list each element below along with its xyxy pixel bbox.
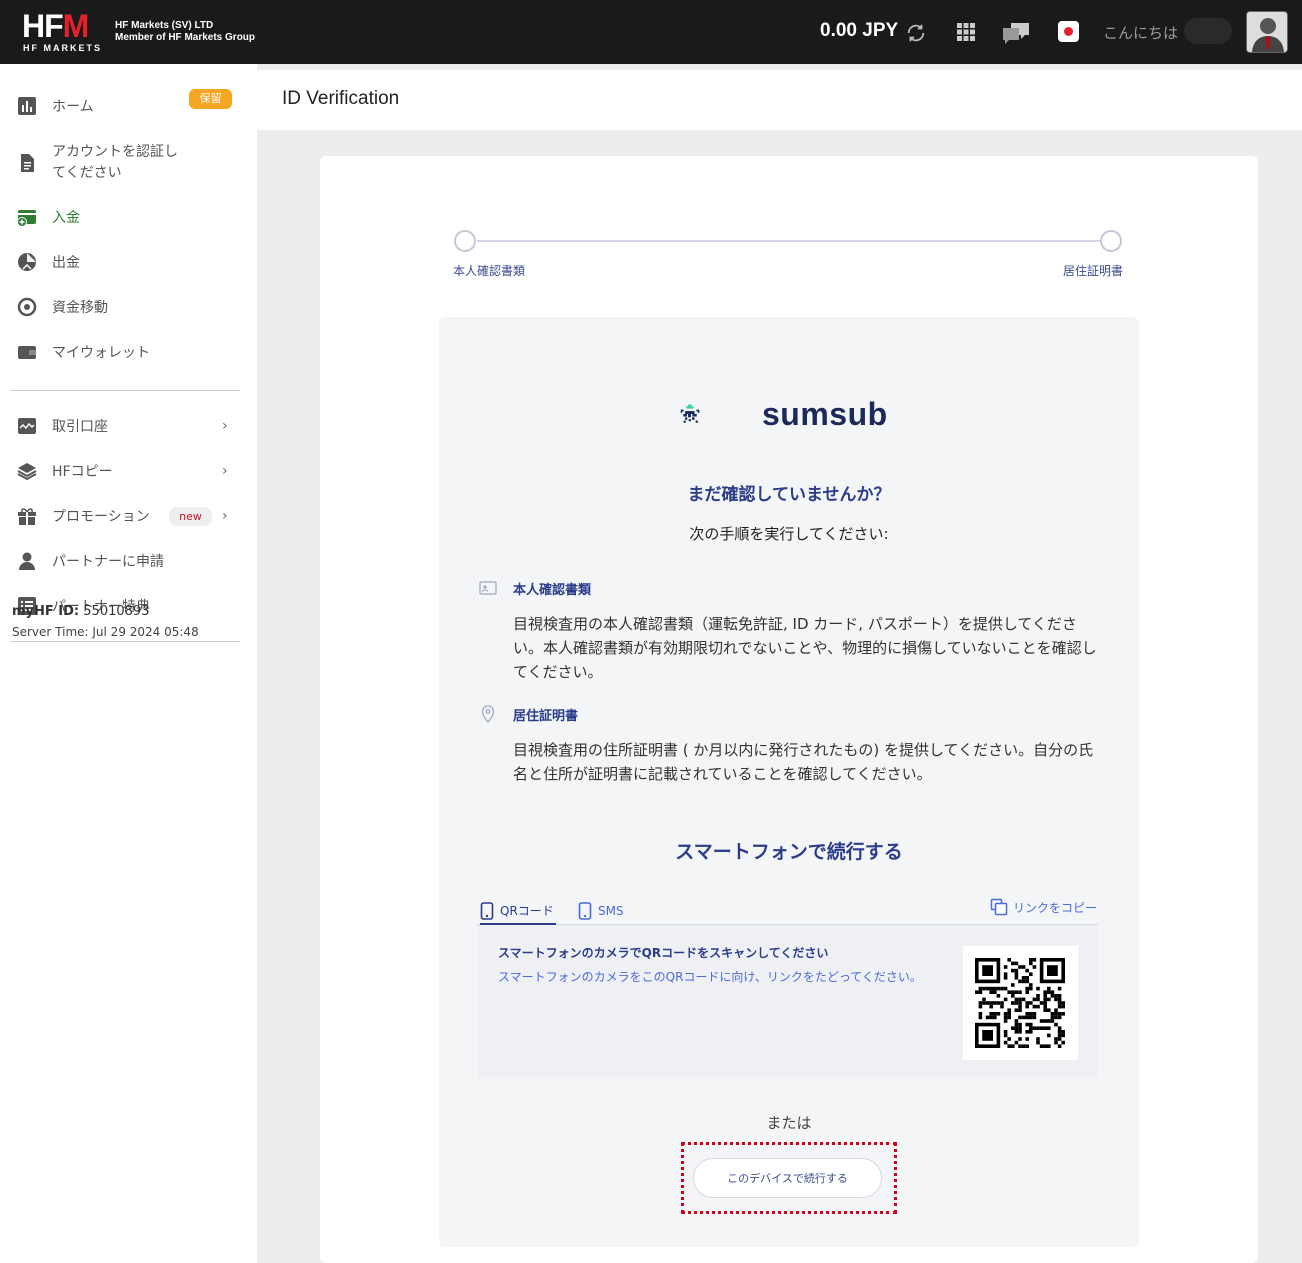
tab-label: SMS [598,904,624,918]
sidebar-item-wallet[interactable]: マイウォレット [0,332,257,372]
avatar[interactable] [1246,11,1288,53]
chevron-right-icon: › [222,508,228,524]
sidebar-item-label: 出金 [52,255,80,271]
gift-icon [18,508,36,525]
company-group: Member of HF Markets Group [115,32,256,43]
tab-label: QRコード [500,904,554,918]
wallet-icon [18,346,36,359]
sidebar-item-trading-accounts[interactable]: 取引口座 › [0,406,257,446]
continue-on-this-device-button[interactable]: このデバイスで続行する [693,1158,882,1198]
step-dot-proof-of-address [1100,230,1122,252]
new-badge: new [169,507,212,526]
sidebar-item-withdraw[interactable]: 出金 [0,242,257,282]
id-document-title: 本人確認書類 [513,583,592,598]
sidebar-item-label: 入金 [52,210,80,226]
sidebar-item-deposit[interactable]: 入金 [0,197,257,237]
sidebar-item-label: パートナーに申請 [52,554,164,570]
person-icon [19,552,35,570]
copy-icon [990,898,1008,916]
apps-grid-icon[interactable] [956,22,976,42]
tab-sms[interactable]: SMS [578,898,624,924]
sidebar-item-label: プロモーション [52,509,150,525]
trading-chart-icon [18,418,36,434]
not-verified-heading: まだ確認していませんか？ [687,485,891,505]
qr-code-icon [975,958,1065,1048]
sidebar-item-hf-copy[interactable]: HFコピー › [0,451,257,491]
company-info: HF Markets (SV) LTD Member of HF Markets… [115,20,255,44]
company-name: HF Markets (SV) LTD [115,20,214,31]
phone-icon [480,901,494,920]
instructions-text: 次の手順を実行してください: [689,525,889,543]
id-document-description: 目視検査用の本人確認書類（運転免許証, ID カード, パスポート）を提供してく… [513,615,1097,681]
server-time: Server Time: Jul 29 2024 05:48 [12,625,199,639]
balance-display: 0.00 JPY [820,20,899,41]
qr-code [963,946,1078,1060]
sumsub-logo-icon [680,404,700,423]
sidebar-item-label: アカウントを認証し てください [52,142,178,184]
step-label-proof-of-address: 居住証明書 [1063,264,1124,278]
myhf-id-value: 55010893 [83,604,150,619]
hfm-logo[interactable]: HFM HF MARKETS [22,10,108,54]
deposit-icon [17,210,36,227]
qr-instruction-description: スマートフォンのカメラをこのQRコードに向け、リンクをたどってください。 [498,970,922,984]
myhf-id: myHF ID: 55010893 [12,604,149,619]
sidebar-divider [10,641,240,642]
chat-icon[interactable] [1001,21,1031,45]
step-dot-id-document [454,230,476,252]
sumsub-brand: sumsub [762,396,888,432]
qr-instruction-title: スマートフォンのカメラでQRコードをスキャンしてください [498,946,829,960]
sidebar-item-label-line1: アカウントを認証し [52,144,178,160]
copy-link-button[interactable]: リンクをコピー [990,898,1097,916]
or-divider-text: または [766,1114,812,1132]
location-pin-icon [481,705,495,723]
chevron-right-icon: › [222,463,228,479]
myhf-id-label: myHF ID: [12,604,80,619]
logo-sub: HF MARKETS [23,43,102,53]
stepper-line [477,240,1103,242]
sidebar-item-label: マイウォレット [52,345,150,361]
bar-chart-icon [18,97,36,115]
sidebar-item-verify-account[interactable]: アカウントを認証し てください [0,142,257,184]
proof-of-address-title: 居住証明書 [513,709,579,724]
user-silhouette-icon [1247,12,1287,52]
page-title: ID Verification [282,88,400,109]
sidebar-item-label: ホーム [52,99,94,115]
sidebar-divider [10,390,240,391]
sidebar-item-label-line2: てください [52,165,122,181]
document-icon [21,154,34,172]
flag-icon[interactable] [1058,21,1079,42]
transfer-icon [17,297,37,317]
logo-main: HFM [22,8,89,44]
top-bar: HFM HF MARKETS HF Markets (SV) LTD Membe… [0,0,1302,64]
tab-qr-code[interactable]: QRコード [480,898,556,926]
sidebar-item-transfer[interactable]: 資金移動 [0,287,257,327]
sidebar-item-label: 資金移動 [52,300,108,316]
sidebar-item-promotions[interactable]: プロモーション › [0,496,257,536]
step-label-id-document: 本人確認書類 [453,264,526,278]
sidebar-item-label: 取引口座 [52,419,108,435]
sidebar-item-label: HFコピー [52,464,113,480]
chevron-right-icon: › [222,418,228,434]
proof-of-address-description: 目視検査用の住所証明書 ( か月以内に発行されたもの) を提供してください。自分… [513,741,1094,783]
greeting-text: こんにちは [1103,24,1179,42]
copy-link-label: リンクをコピー [1013,900,1098,915]
user-name-pill [1184,18,1232,44]
phone-icon [578,902,592,920]
page-header: ID Verification [257,70,1302,130]
id-card-icon [479,581,497,595]
pending-badge: 保留 [189,89,232,109]
layers-icon [17,463,37,481]
withdraw-icon [18,253,36,271]
refresh-icon[interactable] [905,22,927,44]
smartphone-heading: スマートフォンで続行する [675,841,903,863]
sidebar-item-apply-partner[interactable]: パートナーに申請 [0,541,257,581]
